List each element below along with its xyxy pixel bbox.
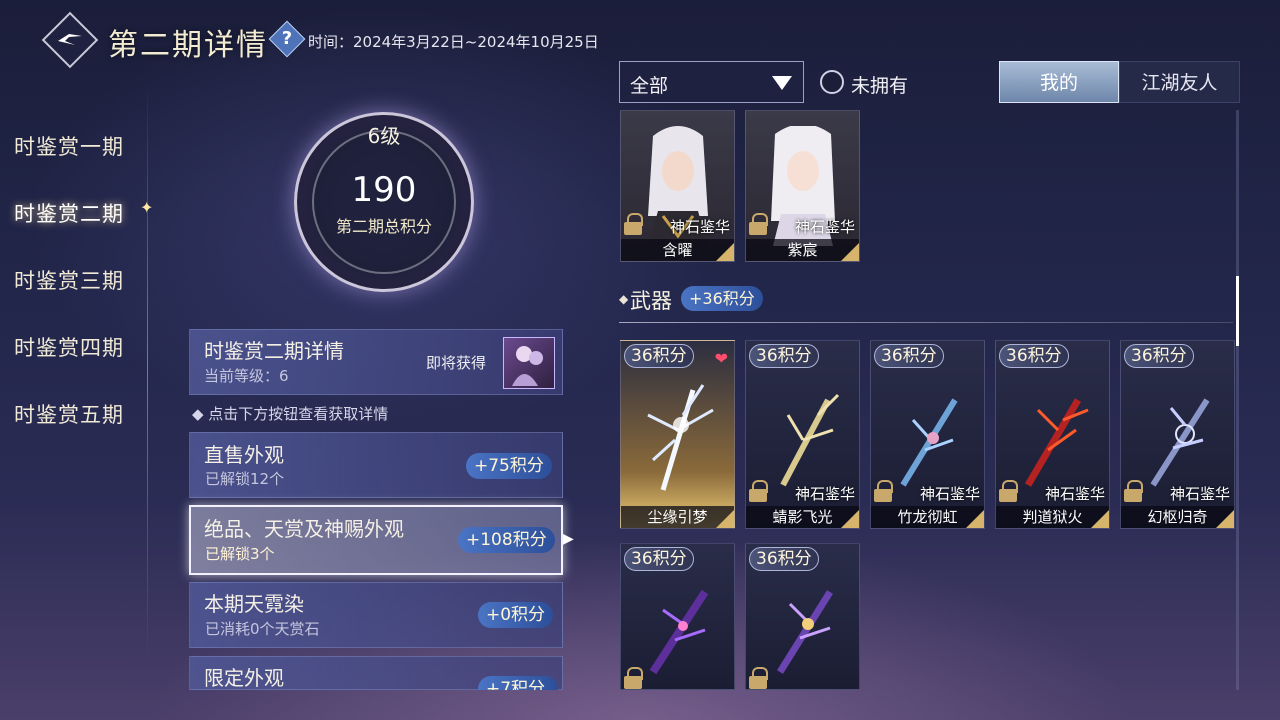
row-sub: 已消耗0个天赏石 [205, 620, 320, 638]
corner-icon [841, 510, 859, 528]
reward-thumbnail[interactable] [503, 337, 555, 389]
card-points: 36积分 [624, 547, 694, 571]
detail-title: 时鉴赏二期详情 [204, 339, 344, 363]
corner-icon [1091, 510, 1109, 528]
corner-icon [1216, 510, 1234, 528]
row-sub: 已解锁3个 [205, 545, 275, 563]
heart-icon[interactable]: ❤ [715, 349, 728, 368]
score-level: 6级 [367, 124, 401, 148]
lock-icon [999, 480, 1018, 502]
card-source: 神石鉴华 [794, 485, 855, 503]
points-badge: +75积分 [466, 453, 552, 479]
lock-icon [749, 213, 768, 235]
menu-item-period-4[interactable]: 时鉴赏四期 [14, 332, 154, 362]
card-source: 神石鉴华 [1169, 485, 1230, 503]
lock-icon [624, 213, 643, 235]
points-badge: +7积分 [478, 676, 558, 690]
card-points: 36积分 [749, 547, 819, 571]
weapon-card[interactable]: 36积分 [620, 543, 735, 690]
weapon-art-icon [621, 341, 734, 528]
appearance-card[interactable]: 神石鉴华 紫宸 [745, 110, 860, 262]
soon-label: 即将获得 [426, 354, 487, 372]
appearance-card[interactable]: 神石鉴华 含曜 [620, 110, 735, 262]
corner-icon [841, 243, 859, 261]
bullet-icon: ◆ [619, 292, 629, 306]
question-icon[interactable]: ? [268, 20, 306, 58]
weapon-card[interactable]: 36积分 [745, 543, 860, 690]
unowned-radio[interactable] [820, 70, 844, 94]
card-points: 36积分 [749, 344, 819, 368]
card-source: 神石鉴华 [794, 218, 855, 236]
section-divider [619, 322, 1233, 323]
lock-icon [874, 480, 893, 502]
corner-icon [966, 510, 984, 528]
menu-item-period-5[interactable]: 时鉴赏五期 [14, 399, 154, 429]
divider [147, 80, 148, 660]
lock-icon [749, 480, 768, 502]
weapon-card[interactable]: 36积分 ❤ 尘缘引梦 [620, 340, 735, 529]
caret-down-icon [772, 76, 792, 90]
card-points: 36积分 [1124, 344, 1194, 368]
current-level: 当前等级：6 [204, 367, 289, 385]
lock-icon [624, 667, 643, 689]
lock-icon [1124, 480, 1143, 502]
weapon-card[interactable]: 36积分 神石鉴华 判道狱火 [995, 340, 1110, 529]
menu-item-period-2[interactable]: 时鉴赏二期 [14, 198, 154, 228]
row-title: 限定外观 [204, 666, 284, 690]
row-title: 本期天霓染 [204, 592, 304, 616]
card-source: 神石鉴华 [1044, 485, 1105, 503]
lock-icon [749, 667, 768, 689]
menu-item-period-1[interactable]: 时鉴赏一期 [14, 131, 154, 161]
reward-figure-icon [512, 346, 543, 386]
card-source: 神石鉴华 [669, 218, 730, 236]
scrollbar-thumb[interactable] [1236, 276, 1239, 346]
card-points: 36积分 [874, 344, 944, 368]
row-title: 直售外观 [204, 443, 284, 467]
menu-item-period-3[interactable]: 时鉴赏三期 [14, 265, 154, 295]
tab-friends[interactable]: 江湖友人 [1119, 61, 1240, 103]
card-points: 36积分 [624, 344, 694, 368]
back-arrow-icon [58, 34, 82, 45]
weapon-card[interactable]: 36积分 神石鉴华 竹龙彻虹 [870, 340, 985, 529]
section-title: 武器 [630, 289, 672, 313]
score-value: 190 [351, 170, 417, 210]
corner-icon [716, 510, 734, 528]
section-points: +36积分 [681, 286, 763, 311]
active-marker-icon: ✦ [140, 198, 154, 217]
tab-mine[interactable]: 我的 [999, 61, 1119, 103]
scrollbar-track[interactable] [1236, 110, 1239, 690]
page-title: 第二期详情 [108, 28, 268, 63]
selected-arrow-icon: ▶ [563, 531, 574, 547]
points-badge-clip: +7积分 [478, 676, 558, 690]
points-badge: +108积分 [458, 527, 555, 553]
score-label: 第二期总积分 [335, 217, 432, 236]
unowned-label: 未拥有 [851, 75, 909, 97]
weapon-card[interactable]: 36积分 神石鉴华 幻枢归奇 [1120, 340, 1235, 529]
card-points: 36积分 [999, 344, 1069, 368]
period-time: 时间：2024年3月22日~2024年10月25日 [308, 33, 599, 51]
back-button[interactable] [41, 11, 99, 69]
row-sub: 已解锁12个 [205, 470, 285, 488]
points-badge: +0积分 [478, 602, 554, 628]
row-title: 绝品、天赏及神赐外观 [204, 517, 404, 541]
corner-icon [716, 243, 734, 261]
weapon-card[interactable]: 36积分 神石鉴华 蜻影飞光 [745, 340, 860, 529]
filter-selected: 全部 [630, 75, 669, 97]
card-source: 神石鉴华 [919, 485, 980, 503]
hint-text: ◆ 点击下方按钮查看获取详情 [192, 405, 389, 423]
